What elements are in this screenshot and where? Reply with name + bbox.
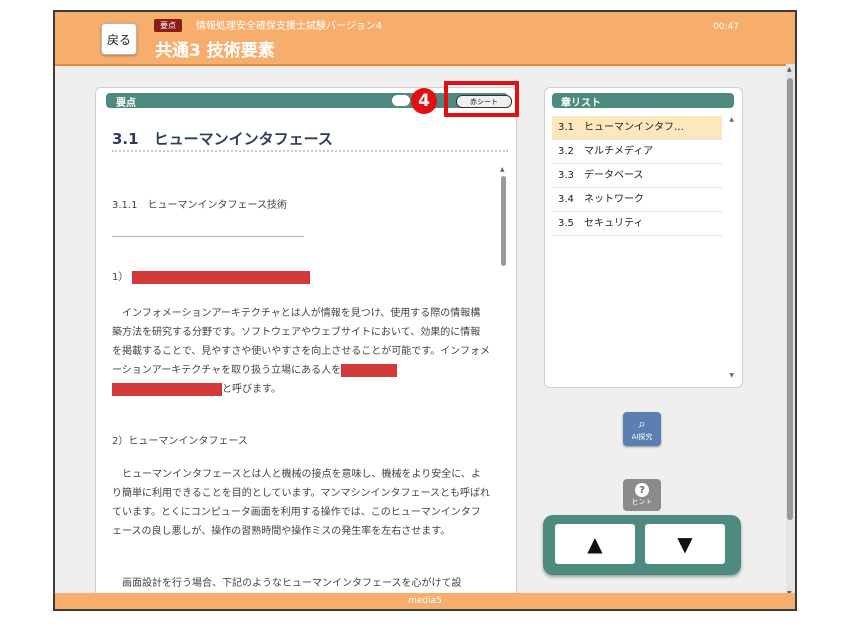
key-points-panel: 要点 赤シート 3.1 ヒューマンインタフェース 3.1.1 ヒューマンインタフ… (95, 87, 517, 609)
navigation-pad: ▲ ▼ (543, 515, 741, 575)
exam-title: 情報処理安全確保支援士試験バージョン4 (196, 21, 383, 32)
elapsed-time: 00:47 (713, 22, 739, 32)
chapter-item[interactable]: 3.5 セキュリティ (552, 212, 722, 236)
content-scroll-thumb[interactable] (501, 176, 506, 266)
chapter-item[interactable]: 3.3 データベース (552, 164, 722, 188)
red-sheet-mask[interactable] (341, 363, 398, 377)
hint-button[interactable]: ? ヒント (623, 479, 661, 511)
key-points-tag: 要点 (154, 19, 182, 32)
red-sheet-toggle[interactable] (392, 95, 410, 106)
red-sheet-mask[interactable] (131, 270, 310, 284)
subsection-title: 3.1.1 ヒューマンインタフェース技術 (112, 200, 287, 211)
scroll-up-icon[interactable]: ▲ (787, 66, 792, 73)
window-scrollbar[interactable]: ▲ ▼ (786, 64, 795, 599)
question-icon: ? (635, 483, 649, 497)
paragraph-2: ヒューマンインタフェースとは人と機械の接点を意味し、機械をより安全に、より簡単に… (112, 469, 490, 537)
section-divider (112, 150, 508, 152)
header-bar: 戻る 要点 情報処理安全確保支援士試験バージョン4 共通3 技術要素 00:47 (55, 12, 795, 66)
window-scroll-thumb[interactable] (787, 78, 793, 520)
chapter-item[interactable]: 3.4 ネットワーク (552, 188, 722, 212)
page-title: 共通3 技術要素 (155, 41, 275, 61)
key-points-panel-title: 要点 (116, 98, 136, 109)
section-title: 3.1 ヒューマンインタフェース (112, 130, 333, 148)
magnifier-icon: ⌕ (638, 416, 646, 432)
item-1-label: 1） (112, 272, 129, 283)
scroll-up-icon[interactable]: ▲ (729, 116, 734, 123)
paragraph-1-text: インフォメーションアーキテクチャとは人が情報を見つけ、使用する際の情報構築方法を… (112, 308, 490, 376)
ai-explore-label: AI探究 (631, 432, 653, 441)
chapter-item[interactable]: 3.2 マルチメディア (552, 140, 722, 164)
scroll-up-icon[interactable]: ▲ (500, 166, 505, 173)
subsection-rule (112, 236, 304, 237)
red-sheet-mask[interactable] (112, 382, 222, 396)
scroll-down-icon[interactable]: ▼ (729, 372, 734, 379)
ai-explore-button[interactable]: ⌕ AI探究 (623, 412, 661, 446)
chapter-list-panel: 章リスト 3.1 ヒューマンインタフ… 3.2 マルチメディア 3.3 データベース … (544, 87, 743, 388)
paragraph-1-end: と呼びます。 (222, 384, 281, 395)
chapter-list: 3.1 ヒューマンインタフ… 3.2 マルチメディア 3.3 データベース 3.4 ネッ… (552, 116, 722, 236)
previous-button[interactable]: ▲ (555, 524, 635, 564)
content-area[interactable]: 3.1.1 ヒューマンインタフェース技術 1） インフォメーションアーキテクチャ… (112, 168, 492, 604)
back-button[interactable]: 戻る (101, 23, 137, 55)
next-button[interactable]: ▼ (645, 524, 725, 564)
annotation-highlight-box (444, 81, 519, 117)
hint-label: ヒント (631, 498, 653, 506)
item-1: 1） (112, 268, 310, 287)
item-2-heading: 2）ヒューマンインタフェース (112, 436, 248, 447)
annotation-badge: 4 (411, 88, 437, 114)
paragraph-1: インフォメーションアーキテクチャとは人が情報を見つけ、使用する際の情報構築方法を… (112, 304, 490, 399)
chapter-list-header: 章リスト (552, 93, 734, 109)
content-scrollbar[interactable]: ▲ (500, 166, 508, 606)
chapter-list-title: 章リスト (561, 98, 601, 109)
footer-bar: media5 (55, 593, 795, 609)
paragraph-3: 画面設計を行う場合、下記のようなヒューマンインタフェースを心がけて設 (122, 578, 462, 589)
chapter-item[interactable]: 3.1 ヒューマンインタフ… (552, 116, 722, 140)
